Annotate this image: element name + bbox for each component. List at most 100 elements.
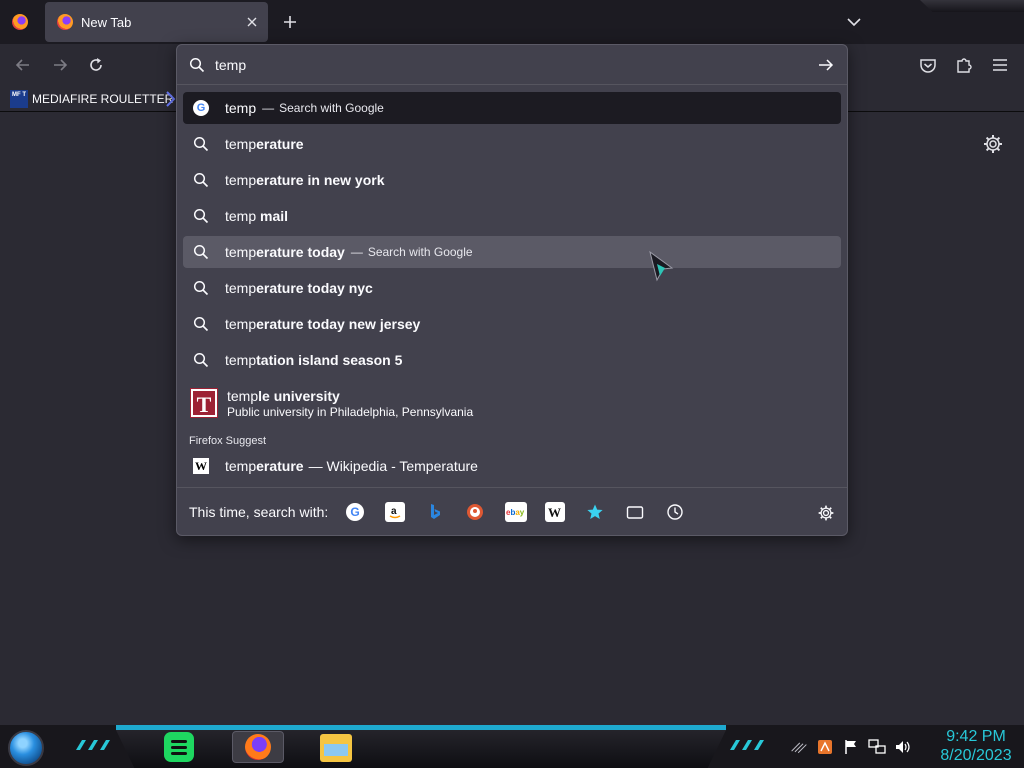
bing-icon[interactable] [425, 502, 445, 522]
ebay-icon[interactable]: ebay [505, 502, 527, 522]
extensions-puzzle-icon[interactable] [953, 54, 975, 76]
google-icon[interactable]: G [345, 502, 365, 522]
wikipedia-icon: W [193, 458, 209, 474]
bookmark-mediafire-rouletter[interactable]: MF T MEDIAFIRE ROULETTER [10, 89, 173, 109]
firefox-view-button[interactable] [8, 10, 32, 34]
result-row[interactable]: temp mail [183, 200, 841, 232]
system-tray [790, 735, 912, 759]
search-icon [193, 136, 209, 152]
customize-gear-icon[interactable] [982, 133, 1004, 155]
search-icon [193, 280, 209, 296]
result-typed: temp [225, 172, 257, 188]
urlbar-input-row [177, 45, 847, 85]
svg-text:a: a [391, 506, 397, 517]
mediafire-favicon-icon: MF T [10, 90, 28, 108]
network-icon[interactable] [868, 738, 886, 756]
history-icon[interactable] [665, 502, 685, 522]
result-text: temperature today [225, 244, 345, 260]
result-completion: erature today new jersey [256, 316, 421, 332]
result-text: temperature today nyc [225, 280, 373, 296]
svg-text:ebay: ebay [506, 508, 525, 517]
result-typed: temp [225, 280, 257, 296]
clock[interactable]: 9:42 PM 8/20/2023 [934, 727, 1018, 765]
bookmarks-star-icon[interactable] [585, 502, 605, 522]
reload-icon[interactable] [85, 54, 107, 76]
result-typed: temp [225, 100, 257, 116]
result-typed: temp [225, 136, 257, 152]
search-icon [193, 352, 209, 368]
result-typed: temp [225, 458, 257, 474]
result-completion: mail [256, 208, 289, 224]
taskbar-decoration-chevrons-icon [74, 738, 114, 755]
search-icon [193, 316, 209, 332]
result-text: temp [225, 100, 256, 116]
result-row[interactable]: temperature [183, 128, 841, 160]
result-completion: erature [256, 136, 304, 152]
tray-app-icon[interactable] [816, 738, 834, 756]
svg-text:W: W [548, 505, 561, 519]
google-icon: G [193, 100, 209, 116]
action-label: Search with Google [279, 101, 384, 115]
action-center-flag-icon[interactable] [842, 738, 860, 756]
tab-close-icon[interactable] [244, 14, 260, 30]
search-settings-gear-icon[interactable] [817, 504, 835, 522]
search-icon [193, 172, 209, 188]
menu-hamburger-icon[interactable] [989, 54, 1011, 76]
action-dash: — [350, 245, 363, 259]
result-typed: temp [225, 352, 257, 368]
result-row[interactable]: temperature today new jersey [183, 308, 841, 340]
search-icon [189, 57, 205, 73]
tab-new-tab[interactable]: New Tab [45, 2, 268, 42]
search-icon [193, 244, 209, 260]
result-row[interactable]: Gtemp — Search with Google [183, 92, 841, 124]
forward-arrow-icon[interactable] [49, 54, 71, 76]
result-source: — Wikipedia - Temperature [308, 458, 478, 474]
one-off-search-bar: This time, search with: G a ebay W [177, 487, 847, 535]
duckduckgo-icon[interactable] [465, 502, 485, 522]
result-completion: tation island season 5 [256, 352, 403, 368]
search-icon [193, 208, 209, 224]
result-row[interactable]: temptation island season 5 [183, 344, 841, 376]
start-button[interactable] [8, 730, 44, 766]
wikipedia-icon[interactable]: W [545, 502, 565, 522]
spotify-taskbar-icon[interactable] [164, 732, 194, 762]
file-explorer-taskbar-icon[interactable] [320, 734, 352, 762]
result-row[interactable]: temperature today nyc [183, 272, 841, 304]
result-wikipedia-temperature[interactable]: W temperature — Wikipedia - Temperature [183, 451, 841, 481]
result-typed: temp [225, 244, 257, 260]
result-row[interactable]: temperature in new york [183, 164, 841, 196]
action-dash: — [262, 101, 275, 115]
tab-favicon-icon [57, 14, 73, 30]
firefox-taskbar-icon[interactable] [232, 731, 284, 763]
action-label: Search with Google [367, 245, 473, 259]
result-completion: erature [256, 458, 304, 474]
pocket-icon[interactable] [917, 54, 939, 76]
result-temple-university[interactable]: T temple university Public university in… [183, 383, 841, 423]
new-tab-plus-icon[interactable] [278, 10, 302, 34]
result-completion: erature today [256, 244, 345, 260]
tray-overflow-icon[interactable] [790, 738, 808, 756]
back-arrow-icon[interactable] [12, 54, 34, 76]
tab-strip: New Tab [0, 0, 1024, 44]
result-completion: erature today nyc [256, 280, 373, 296]
titlebar-decoration [920, 0, 1024, 12]
result-row[interactable]: temperature today — Search with Google [183, 236, 841, 268]
bookmark-label: MEDIAFIRE ROULETTER [32, 92, 174, 106]
volume-icon[interactable] [894, 738, 912, 756]
amazon-icon[interactable]: a [385, 502, 405, 522]
result-text: temp mail [225, 208, 288, 224]
result-text: temperature [225, 136, 304, 152]
urlbar-popup: Gtemp—Search with Googletemperaturetempe… [176, 44, 848, 536]
result-text: temptation island season 5 [225, 352, 402, 368]
result-completion: le university [258, 387, 340, 404]
list-all-tabs-chevron-down-icon[interactable] [844, 12, 864, 32]
taskbar-decoration-chevrons-icon [728, 738, 768, 755]
clock-time: 9:42 PM [946, 728, 1006, 745]
one-off-label: This time, search with: [189, 504, 329, 520]
go-arrow-icon[interactable] [817, 56, 835, 74]
tabs-icon[interactable] [625, 502, 645, 522]
result-subtitle: Public university in Philadelphia, Penns… [227, 404, 474, 419]
clock-date: 8/20/2023 [940, 747, 1012, 764]
urlbar-input[interactable] [215, 55, 805, 75]
firefox-icon [12, 14, 28, 30]
